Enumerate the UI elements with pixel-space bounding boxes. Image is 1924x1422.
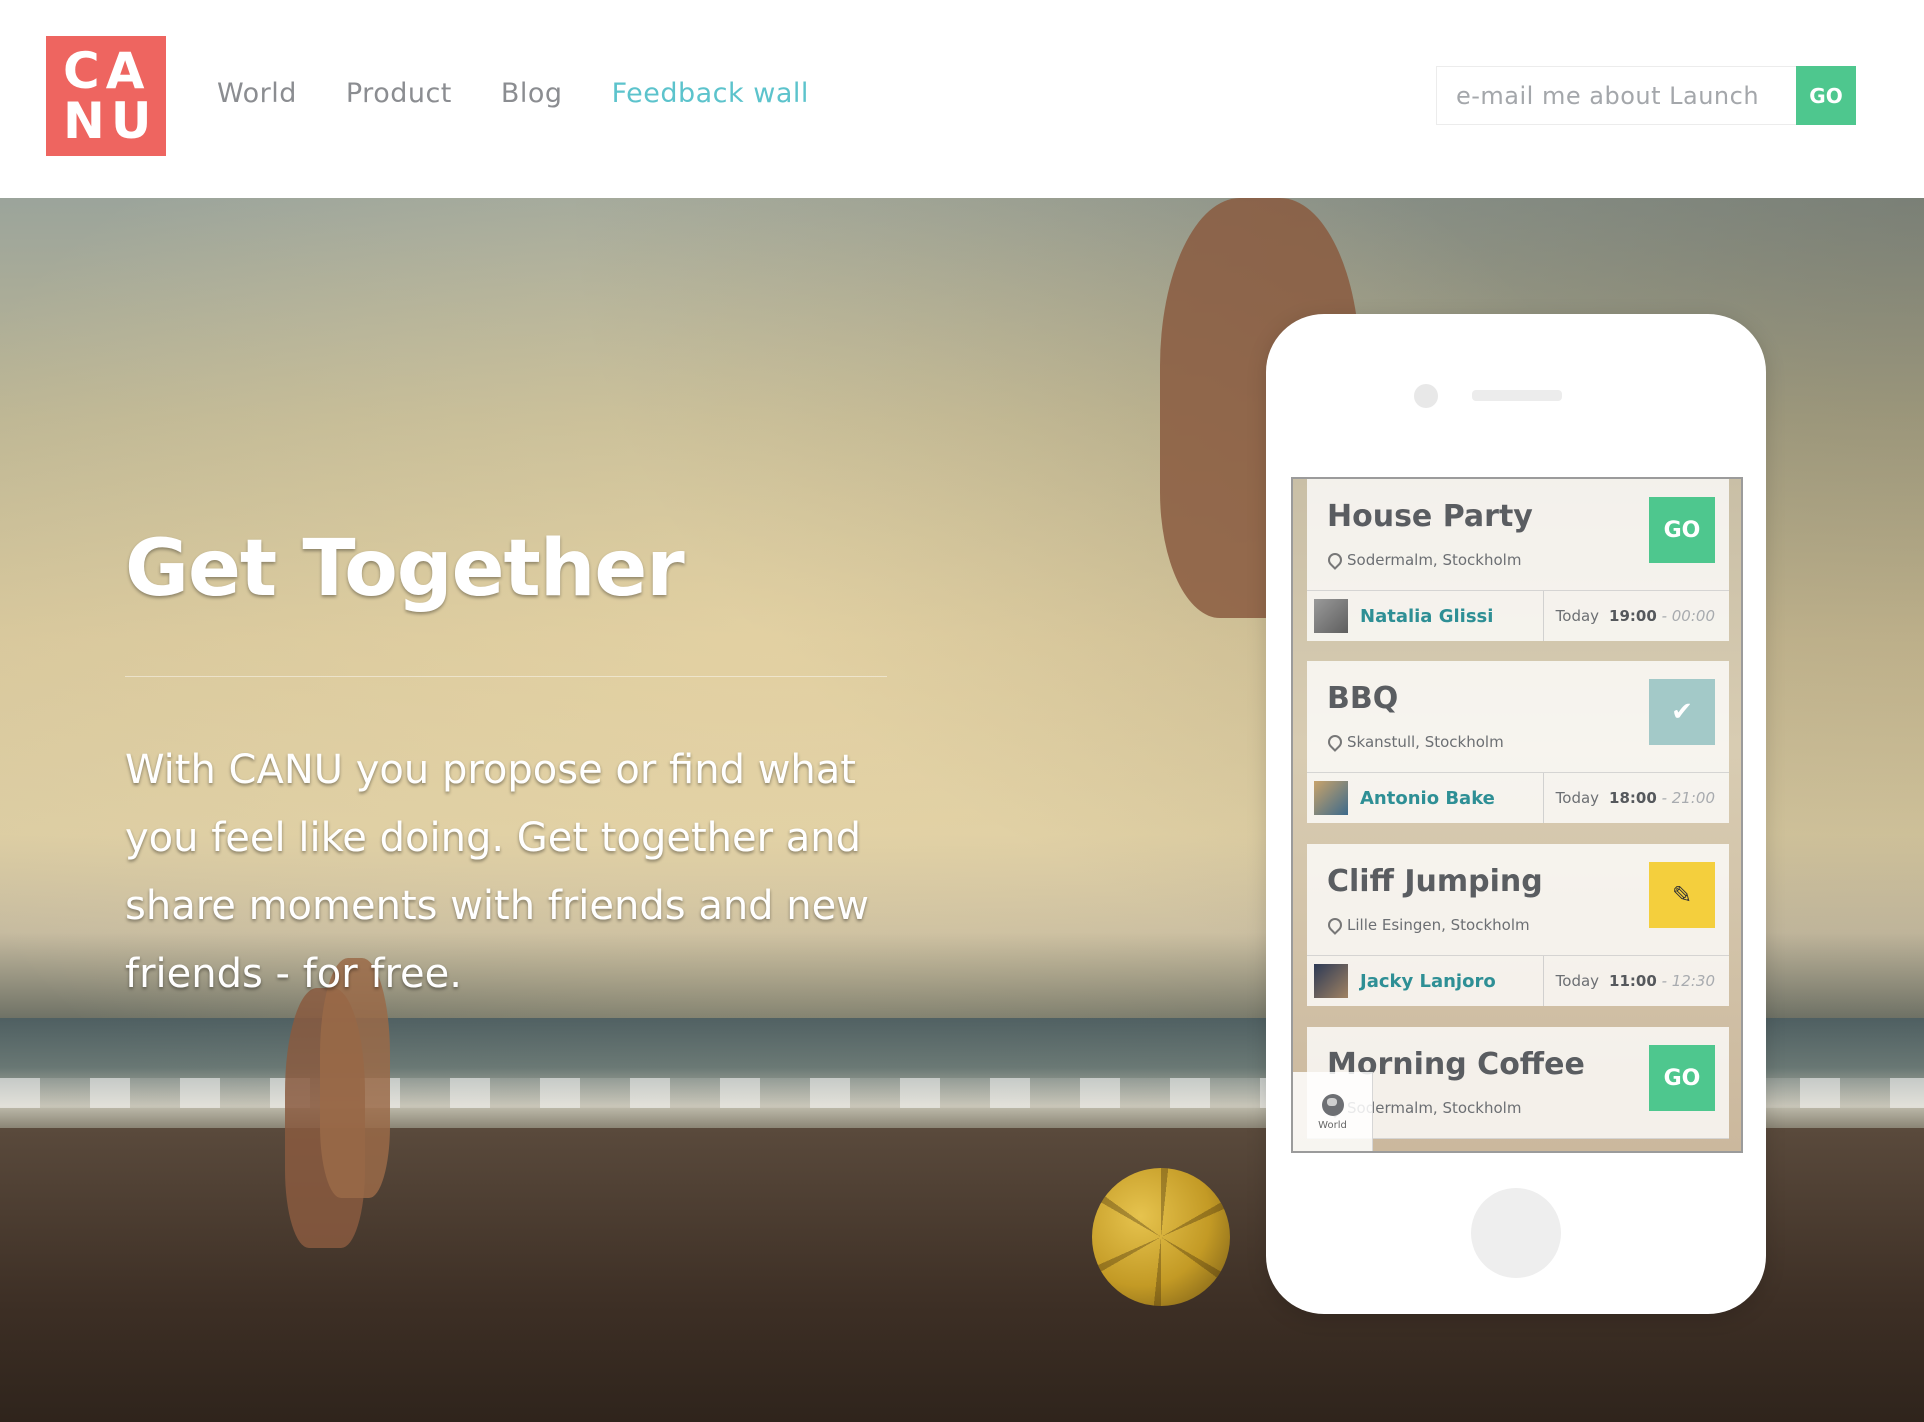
phone-screen: House Party Sodermalm, Stockholm GO Nata… [1291,477,1743,1153]
nav-world[interactable]: World [217,78,297,109]
event-location: Sodermalm, Stockholm [1327,551,1521,569]
event-card[interactable]: BBQ Skanstull, Stockholm ✔ Antonio Bake … [1307,661,1729,823]
divider [1543,956,1544,1006]
divider [1543,591,1544,641]
event-card[interactable]: House Party Sodermalm, Stockholm GO Nata… [1307,479,1729,641]
event-card-header: BBQ Skanstull, Stockholm ✔ [1307,661,1729,773]
hero-section: Get Together With CANU you propose or fi… [0,198,1924,1422]
event-card-header: Cliff Jumping Lille Esingen, Stockholm ✎ [1307,844,1729,956]
site-header: CA NU World Product Blog Feedback wall G… [0,0,1924,198]
globe-icon [1321,1094,1344,1116]
phone-mockup: House Party Sodermalm, Stockholm GO Nata… [1266,314,1766,1314]
location-pin-icon [1327,735,1339,749]
event-day: Today [1555,789,1600,807]
divider [1543,773,1544,823]
event-end: - 00:00 [1661,607,1715,625]
event-card-footer: Natalia Glissi Today 19:00 - 00:00 [1307,591,1729,641]
go-button[interactable]: GO [1649,1045,1715,1111]
hero-divider [125,676,887,677]
world-tab[interactable]: World [1293,1072,1373,1151]
host-name[interactable]: Natalia Glissi [1360,606,1493,627]
nav-product[interactable]: Product [346,78,452,109]
canu-logo[interactable]: CA NU [46,36,166,156]
avatar [1314,599,1348,633]
nav-feedback-wall[interactable]: Feedback wall [612,78,809,109]
event-location-text: Sodermalm, Stockholm [1347,1099,1522,1117]
phone-speaker [1472,390,1562,401]
event-day: Today [1555,607,1600,625]
event-day: Today [1555,972,1600,990]
event-time: Today 19:00 - 00:00 [1556,607,1715,625]
phone-camera [1414,384,1438,408]
phone-home-button [1471,1188,1561,1278]
email-input[interactable] [1436,66,1796,125]
location-pin-icon [1327,918,1339,932]
event-time: Today 11:00 - 12:30 [1556,972,1715,990]
host-name[interactable]: Antonio Bake [1360,788,1495,809]
event-title: BBQ [1327,681,1399,716]
event-location-text: Lille Esingen, Stockholm [1347,916,1530,934]
world-tab-label: World [1318,1120,1347,1131]
main-nav: World Product Blog Feedback wall [217,78,809,109]
hero-title: Get Together [125,524,685,614]
event-location-text: Sodermalm, Stockholm [1347,551,1522,569]
event-card-footer: Jacky Lanjoro Today 11:00 - 12:30 [1307,956,1729,1006]
location-pin-icon [1327,553,1339,567]
hero-description: With CANU you propose or find what you f… [125,747,869,997]
event-start: 18:00 [1609,789,1657,807]
nav-blog[interactable]: Blog [501,78,563,109]
check-icon[interactable]: ✔ [1649,679,1715,745]
host-name[interactable]: Jacky Lanjoro [1360,971,1496,992]
event-card-footer: Antonio Bake Today 18:00 - 21:00 [1307,773,1729,823]
email-signup: GO [1436,66,1858,125]
event-card-header: House Party Sodermalm, Stockholm GO [1307,479,1729,591]
event-start: 19:00 [1609,607,1657,625]
logo-line-2: NU [63,92,158,150]
event-location: Lille Esingen, Stockholm [1327,916,1530,934]
event-title: House Party [1327,499,1533,534]
event-location-text: Skanstull, Stockholm [1347,733,1504,751]
event-time: Today 18:00 - 21:00 [1556,789,1715,807]
soccer-ball [1092,1168,1230,1306]
avatar [1314,964,1348,998]
event-title: Cliff Jumping [1327,864,1543,899]
pencil-icon[interactable]: ✎ [1649,862,1715,928]
event-location: Skanstull, Stockholm [1327,733,1504,751]
logo-line-1: CA [63,42,151,100]
event-end: - 21:00 [1661,789,1715,807]
email-go-button[interactable]: GO [1796,66,1856,125]
avatar [1314,781,1348,815]
event-start: 11:00 [1609,972,1657,990]
event-end: - 12:30 [1661,972,1715,990]
go-button[interactable]: GO [1649,497,1715,563]
event-card[interactable]: Cliff Jumping Lille Esingen, Stockholm ✎… [1307,844,1729,1006]
